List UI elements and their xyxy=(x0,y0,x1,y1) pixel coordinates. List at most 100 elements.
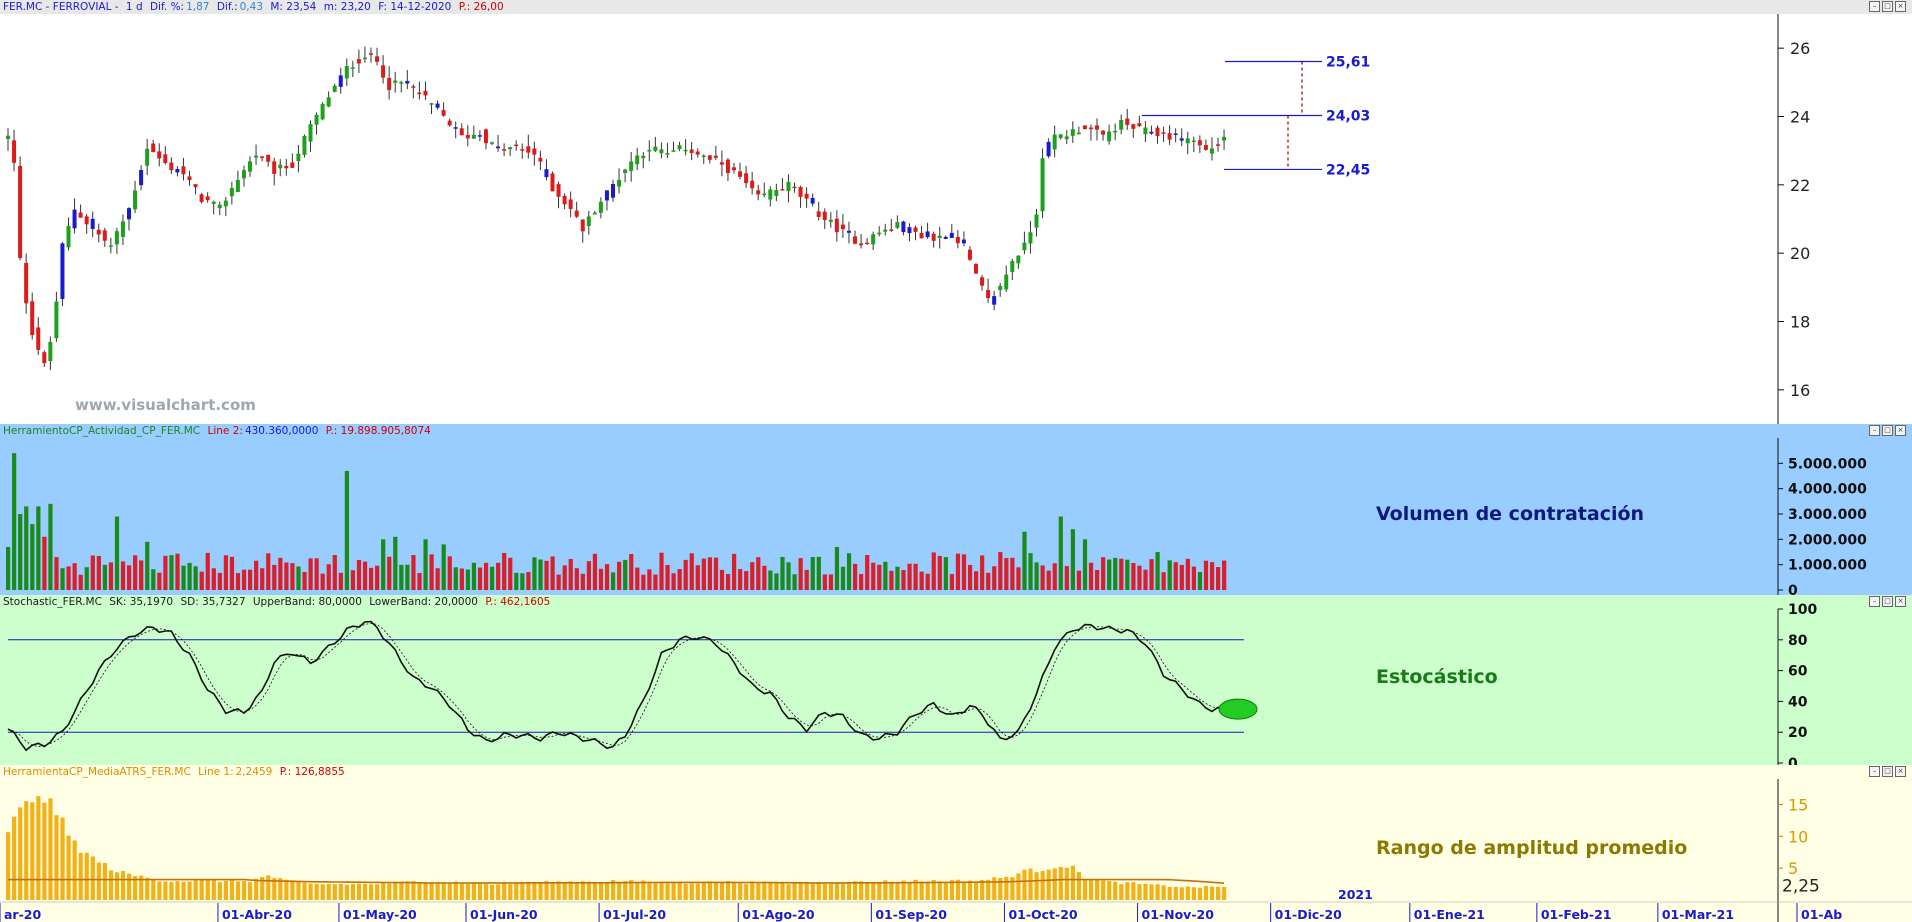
candle-body xyxy=(810,197,815,204)
volume-bar xyxy=(635,567,640,590)
minimize-icon[interactable]: – xyxy=(1869,1,1880,12)
atr-bar xyxy=(387,883,392,900)
atr-bar xyxy=(96,862,101,900)
candle-body xyxy=(641,155,646,159)
minimize-icon[interactable]: – xyxy=(1869,766,1880,777)
maximize-icon[interactable]: □ xyxy=(1882,766,1893,777)
volume-bar xyxy=(375,565,380,590)
atr-bar xyxy=(369,884,374,900)
volume-bar xyxy=(877,564,882,590)
volume-bar xyxy=(490,566,495,590)
close-icon[interactable]: × xyxy=(1895,1,1906,12)
volume-bar xyxy=(332,555,337,590)
volume-bar xyxy=(405,564,410,590)
volume-bar xyxy=(193,566,198,590)
candle-body xyxy=(18,165,23,258)
atr-bar xyxy=(925,881,930,900)
volume-bar xyxy=(102,564,107,590)
stochastic-upper: UpperBand: 80,0000 xyxy=(252,596,362,608)
atr-bar xyxy=(54,815,59,900)
minimize-icon[interactable]: – xyxy=(1869,596,1880,607)
candle-body xyxy=(919,233,924,239)
atr-bar xyxy=(145,877,150,900)
volume-bar xyxy=(931,552,936,590)
volume-bar xyxy=(1179,564,1184,590)
volume-bar xyxy=(889,570,894,590)
atr-bar xyxy=(574,882,579,900)
candle-body xyxy=(1028,232,1033,244)
close-icon[interactable]: × xyxy=(1895,596,1906,607)
candle-body xyxy=(465,134,470,139)
volume-bar xyxy=(659,552,664,590)
volume-bar xyxy=(266,553,271,590)
atr-bar xyxy=(284,879,289,900)
maximize-icon[interactable]: □ xyxy=(1882,596,1893,607)
candle-body xyxy=(604,190,609,201)
maximize-icon[interactable]: □ xyxy=(1882,1,1893,12)
candle-body xyxy=(278,164,283,169)
volume-bar xyxy=(1070,529,1075,590)
candle-body xyxy=(1209,148,1214,154)
atr-bar xyxy=(792,882,797,900)
volume-bar xyxy=(574,568,579,590)
volume-window-controls: – □ × xyxy=(1869,425,1906,436)
volume-bar xyxy=(822,574,827,590)
candle-body xyxy=(992,296,997,305)
atr-bar xyxy=(1185,886,1190,900)
atr-p-label: P.: 126,8855 xyxy=(279,766,345,778)
maximize-icon[interactable]: □ xyxy=(1882,425,1893,436)
candle-body xyxy=(846,230,851,233)
volume-bar xyxy=(314,558,319,590)
close-icon[interactable]: × xyxy=(1895,766,1906,777)
min-label: m: 23,20 xyxy=(323,1,371,13)
close-icon[interactable]: × xyxy=(1895,425,1906,436)
atr-bar xyxy=(895,882,900,900)
y-tick-label: 5.000.000 xyxy=(1788,456,1867,472)
candle-body xyxy=(1070,129,1075,136)
volume-bar xyxy=(278,557,283,590)
volume-bar xyxy=(502,552,507,590)
volume-bar xyxy=(471,562,477,590)
candle-body xyxy=(725,159,730,174)
atr-bar xyxy=(683,883,688,900)
candle-body xyxy=(550,173,555,192)
candle-body xyxy=(1191,140,1196,143)
price-chart[interactable]: 26 24 22 20 18 16 25,61 24,03 22,45 xyxy=(0,0,1912,424)
volume-bar xyxy=(689,553,694,590)
atr-header: HerramientaCP_MediaATRS_FER.MC Line 1: 2,… xyxy=(0,765,349,779)
candle-body xyxy=(623,169,628,173)
atr-bar xyxy=(967,880,973,900)
candle-body xyxy=(235,179,240,192)
candle-body xyxy=(229,188,234,197)
atr-bar xyxy=(689,883,694,900)
volume-bar xyxy=(925,573,930,590)
atr-bar xyxy=(647,882,652,900)
candle-body xyxy=(447,120,452,126)
volume-bar xyxy=(641,574,646,590)
atr-bar xyxy=(72,840,77,900)
x-tick-label: 01-Sep-20 xyxy=(875,907,947,922)
candle-body xyxy=(986,290,991,299)
atr-bar xyxy=(1197,887,1203,900)
candle-body xyxy=(653,146,658,151)
volume-bar xyxy=(1052,563,1057,590)
candle-body xyxy=(344,66,349,79)
volume-bar xyxy=(344,470,349,590)
candle-body xyxy=(163,154,168,164)
atr-bar xyxy=(1076,872,1082,900)
atr-bar xyxy=(768,881,773,900)
candle-body xyxy=(1179,138,1184,141)
volume-bar xyxy=(24,506,29,590)
atr-bar xyxy=(732,882,737,900)
volume-bar xyxy=(986,572,991,590)
candle-body xyxy=(6,135,10,140)
candle-body xyxy=(496,146,501,149)
max-label: M: 23,54 xyxy=(270,1,317,13)
volume-bar xyxy=(151,569,156,590)
volume-bar xyxy=(598,568,604,590)
minimize-icon[interactable]: – xyxy=(1869,425,1880,436)
candle-body xyxy=(1173,133,1178,135)
volume-bar xyxy=(54,557,59,590)
atr-bar xyxy=(90,856,95,900)
stochastic-chart[interactable]: 100 80 60 40 20 0 xyxy=(0,595,1912,765)
